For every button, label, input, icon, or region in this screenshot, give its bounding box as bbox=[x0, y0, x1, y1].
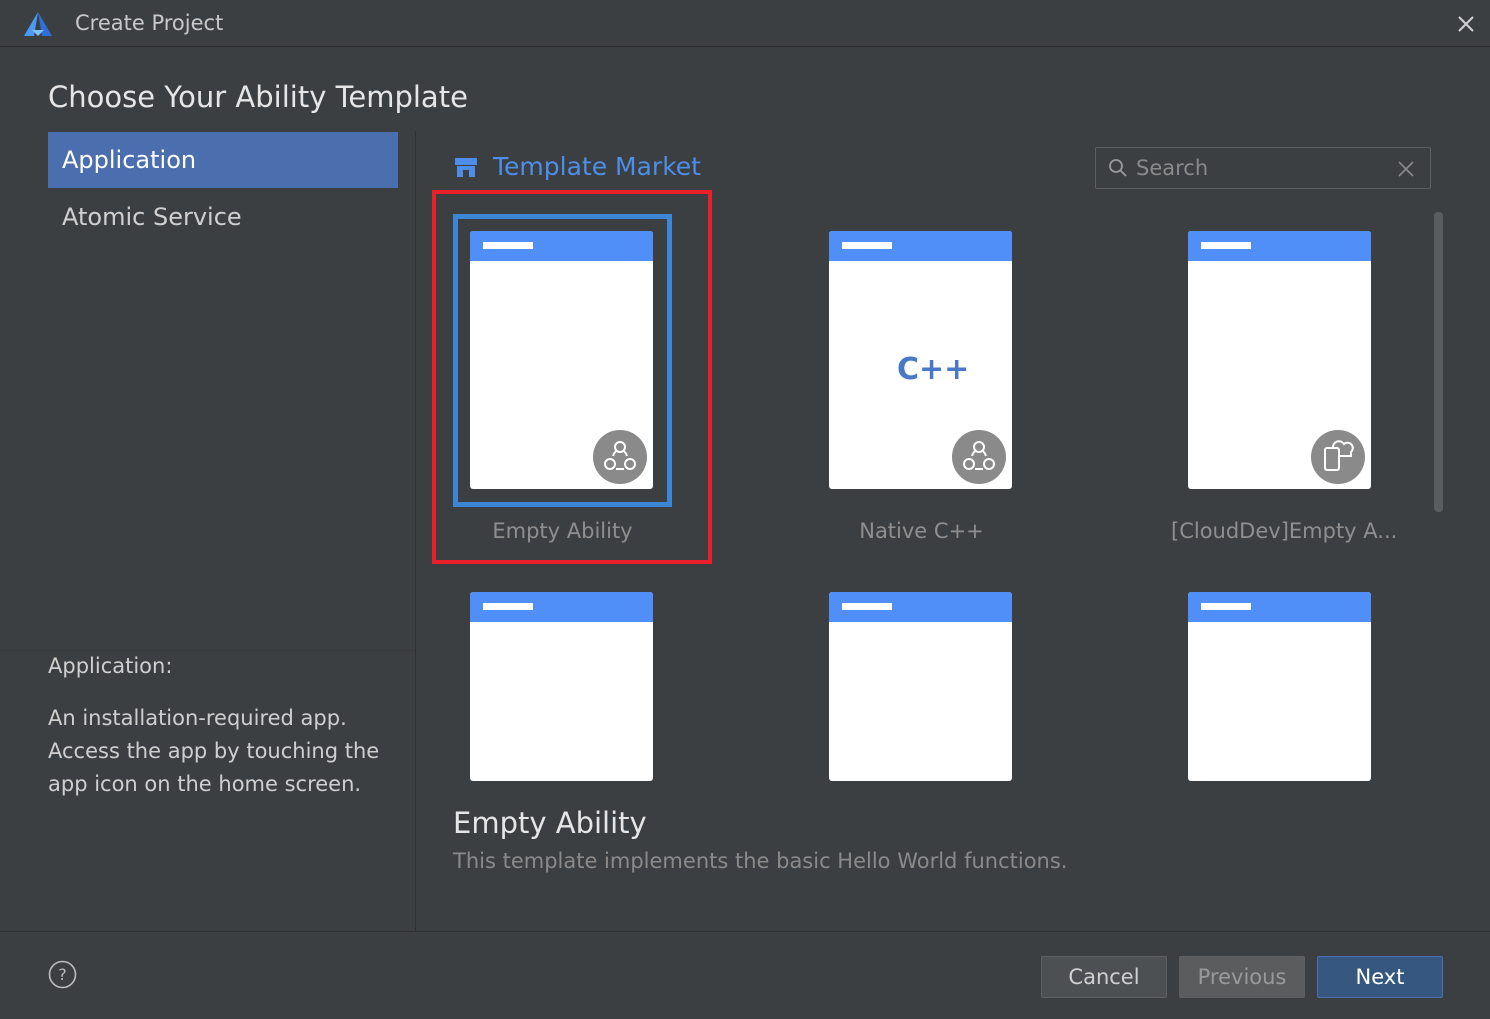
store-icon bbox=[455, 157, 477, 177]
search-icon bbox=[1109, 159, 1127, 177]
template-preview bbox=[470, 231, 653, 489]
preview-header bbox=[829, 592, 1012, 622]
cpp-logo-icon: C++ bbox=[897, 352, 970, 387]
svg-text:?: ? bbox=[58, 965, 67, 984]
previous-button[interactable]: Previous bbox=[1179, 956, 1305, 998]
devEco-logo-icon bbox=[24, 12, 52, 36]
search-box[interactable] bbox=[1095, 147, 1431, 189]
template-preview bbox=[1188, 231, 1371, 489]
sidebar-item-atomic-service[interactable]: Atomic Service bbox=[48, 189, 398, 245]
template-preview: C++ bbox=[829, 231, 1012, 489]
preview-header bbox=[1188, 592, 1371, 622]
panel-divider bbox=[415, 131, 416, 931]
template-name: Native C++ bbox=[859, 519, 984, 543]
window-title: Create Project bbox=[75, 11, 224, 35]
template-market-label: Template Market bbox=[493, 152, 701, 181]
preview-header bbox=[470, 231, 653, 261]
cancel-button[interactable]: Cancel bbox=[1041, 956, 1167, 998]
template-preview bbox=[1188, 592, 1371, 781]
close-icon[interactable] bbox=[1452, 10, 1480, 38]
description-title: Application: bbox=[48, 654, 173, 678]
sidebar-item-application[interactable]: Application bbox=[48, 132, 398, 188]
preview-header bbox=[1188, 231, 1371, 261]
templates-scrollbar[interactable] bbox=[1434, 212, 1443, 512]
ability-icon bbox=[952, 430, 1006, 484]
template-name: Empty Ability bbox=[492, 519, 633, 543]
template-market-link[interactable]: Template Market bbox=[453, 152, 701, 181]
template-name: [CloudDev]Empty A... bbox=[1171, 519, 1398, 543]
template-preview bbox=[470, 592, 653, 781]
preview-header bbox=[470, 592, 653, 622]
next-button[interactable]: Next bbox=[1317, 956, 1443, 998]
selected-template-title: Empty Ability bbox=[453, 806, 647, 840]
title-bar: Create Project bbox=[0, 0, 1490, 47]
sidebar-divider bbox=[0, 650, 415, 651]
help-icon[interactable]: ? bbox=[48, 960, 77, 989]
cloud-dev-icon bbox=[1311, 430, 1365, 484]
search-input[interactable] bbox=[1136, 152, 1386, 184]
page-title: Choose Your Ability Template bbox=[48, 80, 468, 114]
clear-search-icon[interactable] bbox=[1396, 159, 1416, 179]
template-preview bbox=[829, 592, 1012, 781]
selected-template-description: This template implements the basic Hello… bbox=[453, 849, 1068, 873]
preview-header bbox=[829, 231, 1012, 261]
description-body: An installation-required app. Access the… bbox=[48, 706, 380, 796]
ability-icon bbox=[593, 430, 647, 484]
